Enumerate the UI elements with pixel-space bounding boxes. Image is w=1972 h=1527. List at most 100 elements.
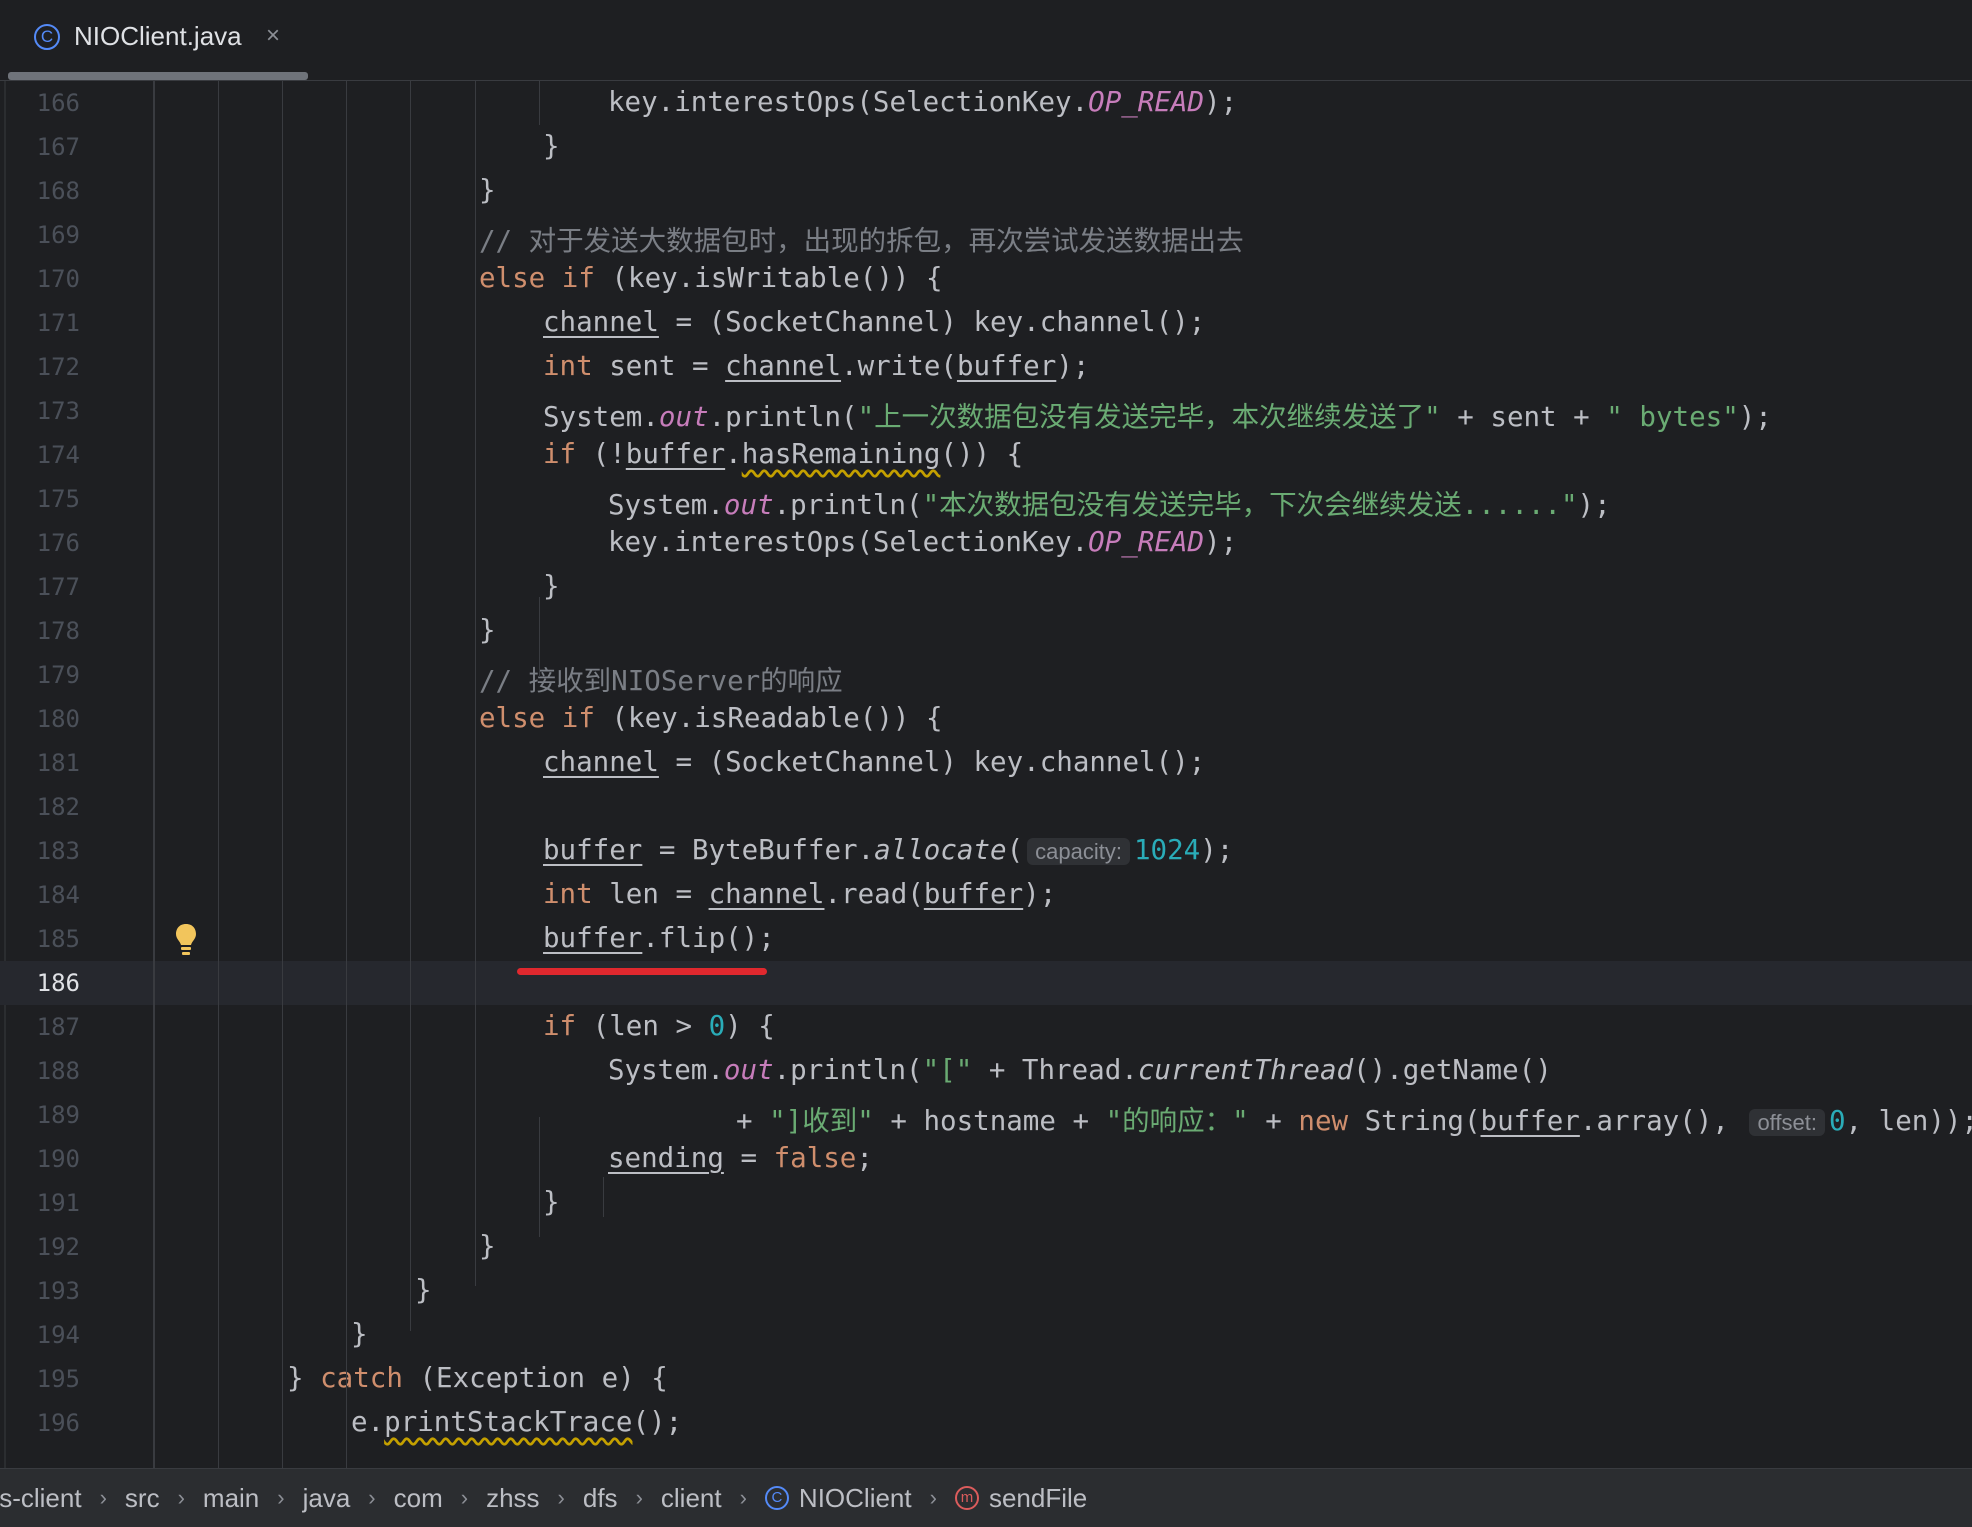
code-line[interactable]: 192} — [0, 1225, 1972, 1269]
code-line[interactable]: 166 key.interestOps(SelectionKey.OP_READ)… — [0, 81, 1972, 125]
code-token: buffer — [923, 878, 1024, 910]
breadcrumb-label: src — [124, 1482, 160, 1513]
code-token: + — [736, 1105, 770, 1137]
code-line[interactable]: 181 channel = (SocketChannel) key.channel… — [0, 741, 1972, 785]
code-token: if — [543, 438, 577, 470]
code-token: (key.isReadable()) { — [594, 702, 943, 734]
code-token: " bytes" — [1606, 401, 1739, 433]
code-line[interactable]: 186 — [0, 961, 1972, 1005]
code-token: ); — [1200, 834, 1234, 866]
code-line[interactable]: 168} — [0, 169, 1972, 213]
close-icon[interactable]: × — [266, 22, 280, 50]
breadcrumb-item[interactable]: dfs — [583, 1483, 618, 1514]
code-line[interactable]: 179 // 接收到NIOServer的响应 — [0, 653, 1972, 697]
code-token: + hostname + — [873, 1105, 1106, 1137]
code-token: currentThread — [1137, 1054, 1354, 1086]
parameter-hint: capacity: — [1027, 838, 1130, 865]
breadcrumb-label: com — [393, 1482, 443, 1513]
code-line[interactable]: 190 sending = false; — [0, 1137, 1972, 1181]
chevron-right-icon: › — [99, 1485, 107, 1510]
code-text: key.interestOps(SelectionKey.OP_READ); — [608, 86, 1237, 118]
code-line[interactable]: 171 channel = (SocketChannel) key.channel… — [0, 301, 1972, 345]
code-token: } — [479, 1230, 496, 1262]
code-token: allocate — [874, 834, 1007, 866]
code-line[interactable]: 180 else if (key.isReadable()) { — [0, 697, 1972, 741]
editor-tab-bar: C NIOClient.java × — [0, 0, 1972, 81]
code-line[interactable]: 178} — [0, 609, 1972, 653]
breadcrumb-item[interactable]: java — [303, 1483, 351, 1514]
code-line[interactable]: 191} — [0, 1181, 1972, 1225]
code-line[interactable]: 175 System.out.println("本次数据包没有发送完毕，下次会继续… — [0, 477, 1972, 521]
code-token: out — [723, 1054, 774, 1086]
indent-guide — [346, 1457, 347, 1468]
code-token: channel — [543, 746, 659, 778]
code-line[interactable]: 196 e.printStackTrace(); — [0, 1401, 1972, 1445]
code-text: } — [543, 1186, 560, 1218]
code-line[interactable]: 188 System.out.println("[" + Thread.curre… — [0, 1049, 1972, 1093]
code-text: } — [479, 614, 496, 646]
code-line[interactable]: 185 buffer.flip(); — [0, 917, 1972, 961]
code-line[interactable]: 187 if (len > 0) { — [0, 1005, 1972, 1049]
code-token: 0 — [1828, 1105, 1846, 1137]
code-token: "]收到" — [769, 1105, 874, 1137]
code-token: (key.isWritable()) { — [594, 262, 943, 294]
code-token: (); — [632, 1406, 683, 1438]
line-number: 196 — [36, 1409, 80, 1437]
code-token: .println( — [773, 1054, 923, 1086]
code-line[interactable]: 169 // 对于发送大数据包时，出现的拆包，再次尝试发送数据出去 — [0, 213, 1972, 257]
code-line[interactable]: 184 int len = channel.read(buffer); — [0, 873, 1972, 917]
code-token: .println( — [708, 401, 858, 433]
code-token: } — [543, 570, 560, 602]
code-text: } — [543, 130, 560, 162]
code-editor[interactable]: 166 key.interestOps(SelectionKey.OP_READ)… — [0, 81, 1972, 1468]
code-token: // 接收到NIOServer的响应 — [479, 665, 843, 697]
breadcrumb-item[interactable]: zhss — [486, 1483, 539, 1514]
line-number: 171 — [36, 309, 80, 337]
breadcrumb-label: zhss — [486, 1482, 540, 1513]
code-line[interactable]: 170 else if (key.isWritable()) { — [0, 257, 1972, 301]
line-number: 189 — [36, 1101, 80, 1129]
code-token: sent = — [592, 350, 726, 382]
code-text: buffer = ByteBuffer.allocate(capacity: 10… — [543, 834, 1233, 866]
code-line[interactable]: 183 buffer = ByteBuffer.allocate(capacity… — [0, 829, 1972, 873]
code-token: OP_READ — [1088, 86, 1205, 118]
method-icon: m — [954, 1486, 979, 1510]
line-number: 190 — [36, 1145, 80, 1173]
code-line[interactable]: 176 key.interestOps(SelectionKey.OP_READ)… — [0, 521, 1972, 565]
code-line[interactable]: 195} catch (Exception e) { — [0, 1357, 1972, 1401]
code-line[interactable]: 194} — [0, 1313, 1972, 1357]
breadcrumb-item[interactable]: main — [203, 1483, 259, 1514]
chevron-right-icon: › — [739, 1485, 747, 1510]
code-line[interactable]: 193} — [0, 1269, 1972, 1313]
code-token: + Thread. — [972, 1054, 1138, 1086]
gutter-divider — [153, 81, 155, 1468]
code-line[interactable]: 189 + "]收到" + hostname + "的响应：" + new Str… — [0, 1093, 1972, 1137]
code-line[interactable]: 173 System.out.println("上一次数据包没有发送完毕，本次继续… — [0, 389, 1972, 433]
tab-nioclient-java[interactable]: C NIOClient.java × — [8, 0, 308, 80]
breadcrumb-item[interactable]: m sendFile — [954, 1483, 1087, 1514]
code-line[interactable]: 167} — [0, 125, 1972, 169]
code-text: } — [415, 1274, 432, 1306]
breadcrumb-label: dfs — [582, 1482, 618, 1513]
code-token: printStackTrace — [384, 1406, 633, 1438]
code-line[interactable]: 177} — [0, 565, 1972, 609]
code-line[interactable]: 174 if (!buffer.hasRemaining()) { — [0, 433, 1972, 477]
line-number: 172 — [36, 353, 80, 381]
code-token: = (SocketChannel) key.channel(); — [658, 746, 1206, 778]
code-line[interactable]: 182 — [0, 785, 1972, 829]
breadcrumb-item[interactable]: client — [661, 1483, 722, 1514]
line-number: 184 — [36, 881, 80, 909]
code-token: sending — [608, 1142, 724, 1174]
lightbulb-icon[interactable] — [174, 922, 198, 958]
line-number: 187 — [36, 1013, 80, 1041]
line-number: 183 — [36, 837, 80, 865]
code-text: } — [351, 1318, 368, 1350]
breadcrumb-item[interactable]: fs-client — [0, 1483, 82, 1514]
indent-guide — [475, 817, 476, 1281]
breadcrumb-item[interactable]: com — [394, 1483, 443, 1514]
breadcrumb-item[interactable]: src — [125, 1483, 160, 1514]
indent-guide — [475, 377, 476, 717]
code-line[interactable]: 172 int sent = channel.write(buffer); — [0, 345, 1972, 389]
breadcrumb-item[interactable]: C NIOClient — [764, 1483, 912, 1514]
indent-guide — [346, 81, 347, 1468]
